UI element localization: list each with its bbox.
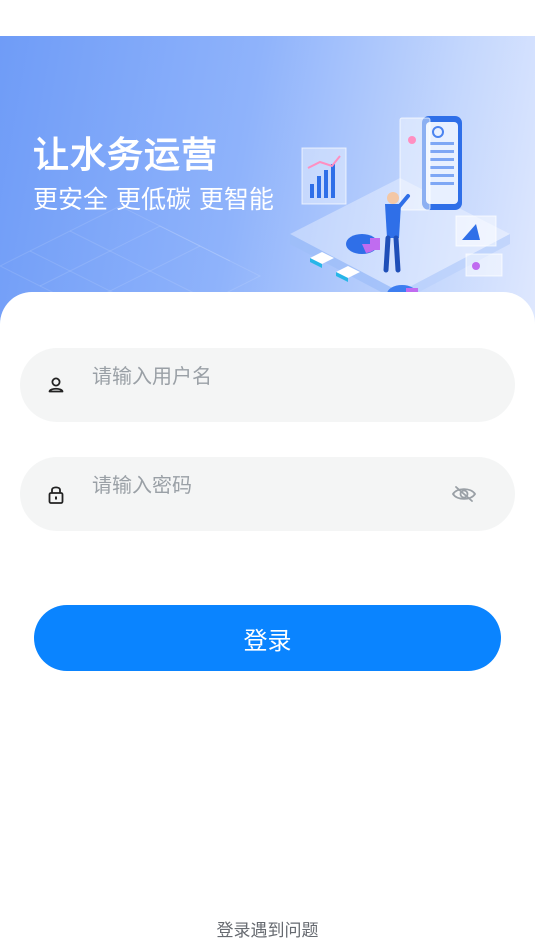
login-help-link[interactable]: 登录遇到问题: [0, 916, 535, 941]
status-bar: [0, 0, 535, 36]
hero-banner: 让水务运营 更安全 更低碳 更智能: [0, 36, 535, 326]
user-icon: [48, 377, 64, 393]
dashboard-illustration: [290, 116, 510, 303]
username-input[interactable]: [92, 360, 432, 392]
eye-off-icon[interactable]: [451, 483, 477, 505]
password-field[interactable]: [20, 457, 515, 531]
password-input[interactable]: [92, 469, 432, 501]
login-button[interactable]: 登录: [34, 605, 501, 671]
username-field[interactable]: [20, 348, 515, 422]
login-card: 登录 登录遇到问题: [0, 292, 535, 951]
hero-subtitle: 更安全 更低碳 更智能: [33, 185, 274, 214]
hero-title: 让水务运营: [33, 135, 219, 176]
lock-icon: [48, 486, 64, 504]
